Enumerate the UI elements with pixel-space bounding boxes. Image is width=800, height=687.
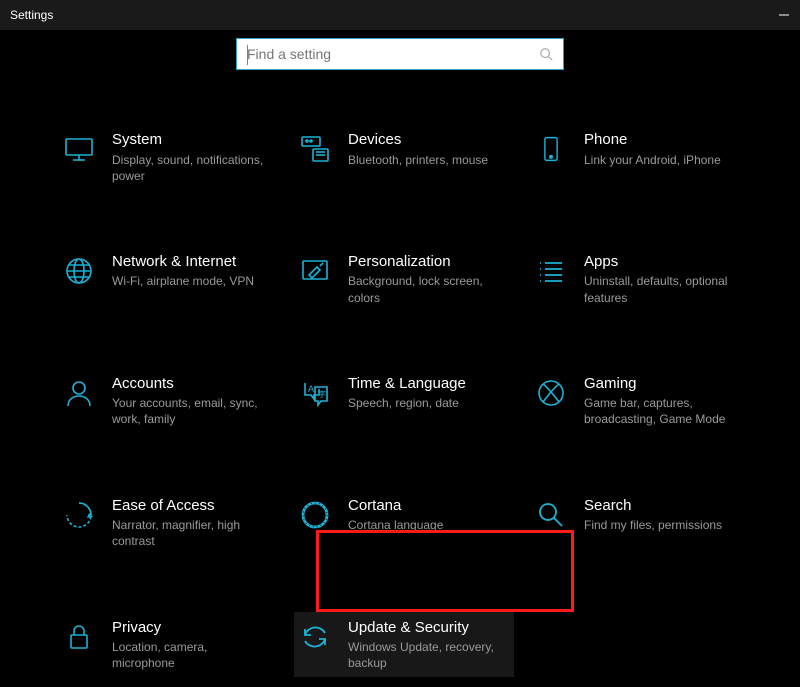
search-box[interactable]	[236, 38, 564, 70]
system-icon	[62, 132, 96, 166]
category-text: Network & Internet Wi-Fi, airplane mode,…	[112, 252, 274, 290]
globe-icon	[62, 254, 96, 288]
category-title: Update & Security	[348, 618, 502, 638]
ease-icon	[62, 498, 96, 532]
category-text: Gaming Game bar, captures, broadcasting,…	[584, 374, 746, 428]
category-system[interactable]: System Display, sound, notifications, po…	[58, 124, 278, 190]
category-text: Apps Uninstall, defaults, optional featu…	[584, 252, 746, 306]
title-bar: Settings	[0, 0, 800, 30]
search-icon	[539, 47, 553, 61]
category-title: Personalization	[348, 252, 502, 272]
category-text: Privacy Location, camera, microphone	[112, 618, 274, 672]
category-ease-of-access[interactable]: Ease of Access Narrator, magnifier, high…	[58, 490, 278, 556]
category-title: System	[112, 130, 266, 150]
category-desc: Display, sound, notifications, power	[112, 152, 266, 184]
category-text: Accounts Your accounts, email, sync, wor…	[112, 374, 274, 428]
search-input[interactable]	[247, 46, 539, 62]
xbox-icon	[534, 376, 568, 410]
person-icon	[62, 376, 96, 410]
cortana-icon	[298, 498, 332, 532]
window-controls	[778, 9, 790, 21]
category-desc: Game bar, captures, broadcasting, Game M…	[584, 395, 738, 427]
category-title: Privacy	[112, 618, 266, 638]
category-grid: System Display, sound, notifications, po…	[0, 84, 800, 687]
category-desc: Background, lock screen, colors	[348, 273, 502, 305]
window-title: Settings	[10, 8, 53, 22]
category-text: Personalization Background, lock screen,…	[348, 252, 510, 306]
category-desc: Your accounts, email, sync, work, family	[112, 395, 266, 427]
magnify-icon	[534, 498, 568, 532]
minimize-button[interactable]	[778, 9, 790, 21]
paintbrush-icon	[298, 254, 332, 288]
devices-icon	[298, 132, 332, 166]
category-title: Ease of Access	[112, 496, 266, 516]
category-text: Update & Security Windows Update, recove…	[348, 618, 510, 672]
sync-icon	[298, 620, 332, 654]
language-icon: A 字	[298, 376, 332, 410]
svg-text:字: 字	[318, 389, 326, 399]
category-text: Cortana Cortana language	[348, 496, 510, 534]
category-title: Devices	[348, 130, 502, 150]
category-personalization[interactable]: Personalization Background, lock screen,…	[294, 246, 514, 312]
category-title: Gaming	[584, 374, 738, 394]
category-title: Phone	[584, 130, 738, 150]
category-gaming[interactable]: Gaming Game bar, captures, broadcasting,…	[530, 368, 750, 434]
category-time-language[interactable]: A 字 Time & Language Speech, region, date	[294, 368, 514, 434]
category-title: Apps	[584, 252, 738, 272]
category-privacy[interactable]: Privacy Location, camera, microphone	[58, 612, 278, 678]
category-desc: Speech, region, date	[348, 395, 502, 411]
category-cortana[interactable]: Cortana Cortana language	[294, 490, 514, 556]
category-desc: Windows Update, recovery, backup	[348, 639, 502, 671]
search-container	[0, 30, 800, 84]
category-title: Search	[584, 496, 738, 516]
list-icon	[534, 254, 568, 288]
category-desc: Link your Android, iPhone	[584, 152, 738, 168]
category-text: Devices Bluetooth, printers, mouse	[348, 130, 510, 168]
category-text: System Display, sound, notifications, po…	[112, 130, 274, 184]
category-desc: Cortana language	[348, 517, 502, 533]
category-text: Search Find my files, permissions	[584, 496, 746, 534]
category-desc: Bluetooth, printers, mouse	[348, 152, 502, 168]
svg-text:A: A	[308, 384, 314, 394]
category-accounts[interactable]: Accounts Your accounts, email, sync, wor…	[58, 368, 278, 434]
category-desc: Location, camera, microphone	[112, 639, 266, 671]
category-phone[interactable]: Phone Link your Android, iPhone	[530, 124, 750, 190]
category-title: Time & Language	[348, 374, 502, 394]
category-search[interactable]: Search Find my files, permissions	[530, 490, 750, 556]
category-desc: Find my files, permissions	[584, 517, 738, 533]
category-devices[interactable]: Devices Bluetooth, printers, mouse	[294, 124, 514, 190]
category-text: Time & Language Speech, region, date	[348, 374, 510, 412]
text-caret	[247, 45, 248, 65]
category-network[interactable]: Network & Internet Wi-Fi, airplane mode,…	[58, 246, 278, 312]
category-desc: Uninstall, defaults, optional features	[584, 273, 738, 305]
category-update-security[interactable]: Update & Security Windows Update, recove…	[294, 612, 514, 678]
category-desc: Wi-Fi, airplane mode, VPN	[112, 273, 266, 289]
lock-icon	[62, 620, 96, 654]
category-title: Cortana	[348, 496, 502, 516]
category-title: Accounts	[112, 374, 266, 394]
phone-icon	[534, 132, 568, 166]
category-text: Phone Link your Android, iPhone	[584, 130, 746, 168]
category-apps[interactable]: Apps Uninstall, defaults, optional featu…	[530, 246, 750, 312]
category-desc: Narrator, magnifier, high contrast	[112, 517, 266, 549]
category-title: Network & Internet	[112, 252, 266, 272]
category-text: Ease of Access Narrator, magnifier, high…	[112, 496, 274, 550]
